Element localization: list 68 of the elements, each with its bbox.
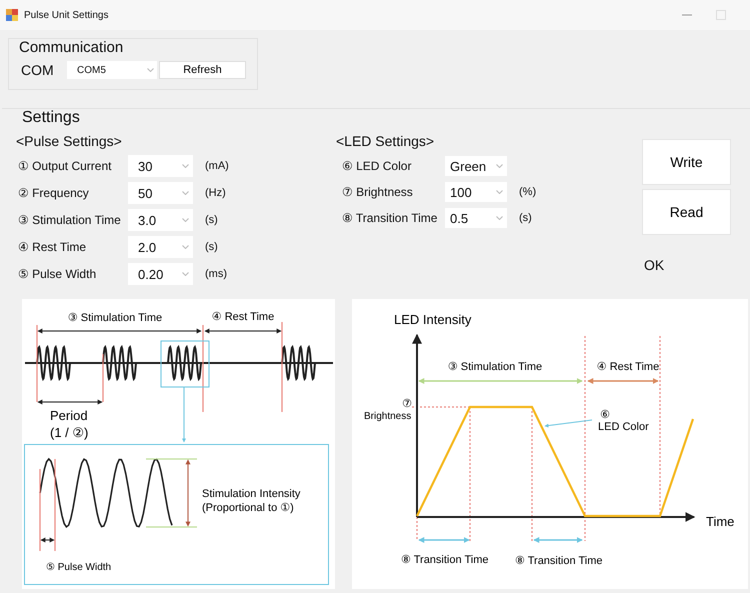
- app-icon: [6, 9, 18, 21]
- chevron-icon: [182, 191, 189, 195]
- chevron-icon: [182, 272, 189, 276]
- unit-label: (ms): [205, 268, 227, 280]
- diagram-label: (Proportional to ①): [202, 502, 294, 514]
- dimension-arrow: [40, 538, 55, 542]
- dimension-arrow: [37, 400, 103, 404]
- diagram-label: ⑥: [600, 409, 610, 421]
- diagram-label: Period: [50, 408, 88, 423]
- setting-label: ⑥ LED Color: [341, 159, 412, 173]
- value-dropdown[interactable]: 2.0: [128, 236, 193, 258]
- unit-label: (%): [519, 186, 536, 198]
- unit-label: (s): [205, 214, 218, 226]
- chevron-icon: [182, 245, 189, 249]
- unit-label: (mA): [205, 160, 229, 172]
- diagram-label: ④ Rest Time: [596, 361, 660, 373]
- window-title: Pulse Unit Settings: [24, 10, 108, 20]
- leader-line: [182, 386, 186, 442]
- setting-label: ④ Rest Time: [17, 240, 88, 254]
- axis-title: LED Intensity: [394, 312, 472, 327]
- diagram-label: ⑤ Pulse Width: [46, 562, 112, 573]
- value-dropdown[interactable]: 50: [128, 182, 193, 204]
- read-button[interactable]: Read: [642, 189, 731, 235]
- write-button[interactable]: Write: [642, 139, 731, 185]
- setting-label: ⑦ Brightness: [341, 185, 414, 199]
- chevron-icon: [182, 164, 189, 168]
- diagram-label: Stimulation Intensity: [202, 488, 300, 500]
- com-port-dropdown[interactable]: COM5: [67, 61, 157, 79]
- status-text: OK: [644, 257, 664, 273]
- axis-title: Time: [706, 514, 734, 529]
- value-dropdown[interactable]: 30: [128, 155, 193, 177]
- setting-label: ① Output Current: [17, 159, 112, 173]
- setting-label: ⑤ Pulse Width: [17, 267, 98, 281]
- chevron-icon: [147, 68, 154, 72]
- setting-label: ⑧ Transition Time: [341, 211, 438, 225]
- diagram-label: ⑦: [402, 398, 412, 410]
- dimension-arrow: [533, 537, 583, 543]
- diagram-label: ③ Stimulation Time: [68, 312, 162, 324]
- dimension-arrow: [186, 459, 190, 527]
- value-dropdown[interactable]: 0.5: [445, 208, 507, 228]
- unit-label: (s): [519, 212, 532, 224]
- diagram-label: ④ Rest Time: [212, 311, 274, 323]
- section-heading: <Pulse Settings>: [16, 133, 123, 149]
- chevron-icon: [496, 216, 503, 220]
- diagram-label: ⑧ Transition Time: [515, 555, 603, 567]
- value-dropdown[interactable]: 100: [445, 182, 507, 202]
- unit-label: (Hz): [205, 187, 226, 199]
- diagram-label: Brightness: [364, 411, 412, 422]
- chevron-icon: [496, 164, 503, 168]
- value-dropdown[interactable]: Green: [445, 156, 507, 176]
- diagram-label: ⑧ Transition Time: [401, 554, 489, 566]
- diagram-label: LED Color: [598, 421, 649, 433]
- chevron-icon: [496, 190, 503, 194]
- dimension-arrow: [587, 378, 659, 384]
- value-dropdown[interactable]: 3.0: [128, 209, 193, 231]
- diagram-label: ③ Stimulation Time: [448, 361, 542, 373]
- value-dropdown[interactable]: 0.20: [128, 263, 193, 285]
- com-label: COM: [21, 62, 55, 78]
- chevron-icon: [182, 218, 189, 222]
- setting-label: ② Frequency: [17, 186, 90, 200]
- diagram-label: (1 / ②): [50, 425, 88, 440]
- zoom-box: [160, 340, 210, 388]
- unit-label: (s): [205, 241, 218, 253]
- refresh-button[interactable]: Refresh: [159, 61, 246, 79]
- section-heading: <LED Settings>: [336, 133, 436, 149]
- leader-line: [544, 420, 592, 428]
- setting-label: ③ Stimulation Time: [17, 213, 122, 227]
- dimension-arrow: [418, 537, 470, 543]
